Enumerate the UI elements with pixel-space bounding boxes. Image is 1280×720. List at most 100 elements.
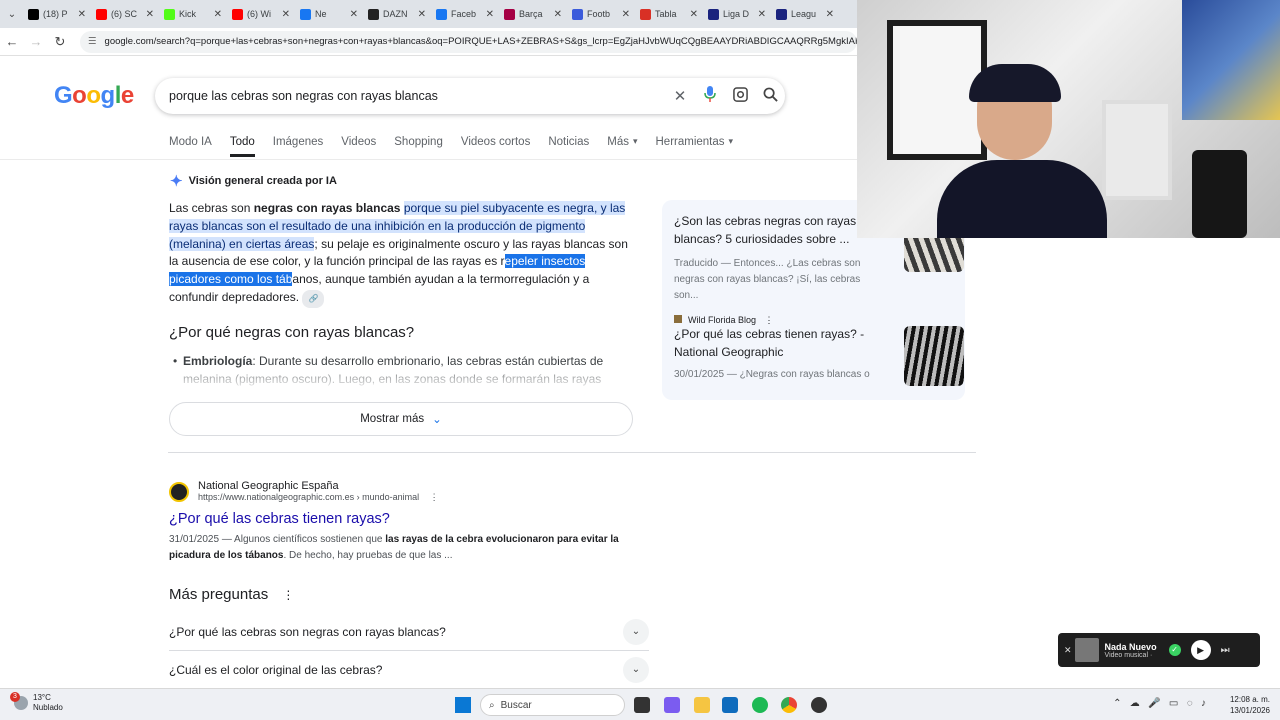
tab-title: (6) Wi [247, 9, 271, 19]
filter-tab[interactable]: Herramientas [656, 136, 725, 157]
close-icon[interactable]: ✕ [554, 9, 562, 20]
file-explorer-icon[interactable] [694, 697, 710, 713]
result-title[interactable]: ¿Por qué las cebras tienen rayas? [169, 511, 390, 527]
webcam-overlay [857, 0, 1280, 238]
clock-time: 12:08 a. m. [1229, 695, 1270, 704]
youtube-icon [232, 8, 243, 20]
back-icon[interactable]: ← [0, 34, 24, 49]
source-snippet: 30/01/2025 — ¿Negras con rayas blancas o [674, 369, 870, 380]
close-icon[interactable]: ✕ [350, 9, 358, 20]
forward-icon[interactable]: → [24, 34, 48, 49]
search-input[interactable]: porque las cebras son negras con rayas b… [169, 89, 665, 103]
task-view-icon[interactable] [634, 697, 650, 713]
clock[interactable]: 12:08 a. m. 13/01/2026 [1230, 694, 1270, 716]
browser-tab[interactable]: Barça ✕ [500, 0, 568, 28]
tab-title: Liga D [723, 9, 750, 19]
app-icon[interactable] [811, 697, 827, 713]
app-icon[interactable] [664, 697, 680, 713]
source-title[interactable]: ¿Son las cebras negras con rayas blancas… [674, 212, 864, 248]
filter-tab[interactable]: Más [607, 136, 629, 157]
browser-tab[interactable]: Tabla ✕ [636, 0, 704, 28]
filter-tab[interactable]: Shopping [394, 136, 443, 157]
google-logo[interactable]: Google [54, 82, 134, 110]
filter-tab[interactable]: Todo [229, 136, 255, 157]
chevron-down-icon[interactable]: ⌄ [623, 656, 649, 683]
ai-overview-paragraph: Las cebras son negras con rayas blancas … [169, 200, 634, 308]
search-icon[interactable] [755, 87, 785, 106]
close-icon[interactable]: ✕ [622, 9, 630, 20]
media-player[interactable]: ✕ Nada Nuevo Video musical · ✓ ▶ ⏭ [1058, 633, 1260, 667]
spotify-icon[interactable] [752, 697, 768, 713]
lens-icon[interactable] [725, 86, 755, 106]
source-card[interactable]: ¿Por qué las cebras tienen rayas? - Nati… [674, 325, 879, 383]
zebra-thumbnail[interactable] [904, 326, 964, 386]
question-row[interactable]: ¿Cuál es el color original de las cebras… [169, 651, 649, 689]
player-title: Nada Nuevo [1104, 641, 1157, 652]
filter-tab[interactable]: Videos [341, 136, 376, 157]
check-icon: ✓ [1168, 644, 1181, 656]
reload-icon[interactable]: ↻ [48, 34, 72, 50]
more-options-icon[interactable]: ⋮ [765, 315, 774, 325]
browser-tab[interactable]: (6) Wi ✕ [228, 0, 296, 28]
question-row[interactable]: ¿Por qué las cebras son negras con rayas… [169, 613, 649, 651]
link-icon[interactable]: 🔗 [302, 289, 325, 308]
browser-tab[interactable]: Leagu ✕ [772, 0, 840, 28]
result-source[interactable]: National Geographic España https://www.n… [169, 480, 439, 503]
store-icon[interactable] [722, 697, 738, 713]
chrome-icon[interactable] [781, 697, 797, 713]
browser-tab[interactable]: Footb ✕ [568, 0, 636, 28]
chevron-down-icon[interactable]: ⌄ [623, 618, 649, 645]
filter-tab[interactable]: Modo IA [169, 136, 212, 157]
ai-overview-header: ✦ Visión general creada por IA [170, 172, 337, 190]
close-icon[interactable]: ✕ [78, 9, 86, 20]
question-text: ¿Cuál es el color original de las cebras… [169, 662, 383, 677]
show-more-button[interactable]: Mostrar más ⌄ [169, 402, 633, 436]
clear-icon[interactable]: ✕ [665, 87, 695, 105]
browser-tab[interactable]: Kick ✕ [160, 0, 228, 28]
browser-tab[interactable]: (18) P ✕ [24, 0, 92, 28]
system-tray[interactable]: ⌃ ☁ 🎤 ▭ ◌ ♪ [1113, 698, 1206, 709]
next-icon[interactable]: ⏭ [1221, 645, 1230, 656]
album-art [1074, 638, 1099, 662]
close-icon[interactable]: ✕ [1064, 645, 1072, 656]
browser-tab[interactable]: DAZN ✕ [364, 0, 432, 28]
browser-tab[interactable]: Faceb ✕ [432, 0, 500, 28]
filter-tab[interactable]: Noticias [548, 136, 589, 157]
ai-text-part: Las cebras son [169, 201, 254, 215]
cloud-icon: 3 [10, 692, 28, 710]
natgeo-logo-icon [169, 481, 189, 502]
weather-temp: 13°C [33, 693, 51, 702]
close-icon[interactable]: ✕ [418, 9, 426, 20]
browser-tab[interactable]: Liga D ✕ [704, 0, 772, 28]
close-icon[interactable]: ✕ [826, 9, 834, 20]
filter-tab[interactable]: Videos cortos [461, 136, 530, 157]
more-options-icon[interactable]: ⋮ [282, 588, 294, 602]
source-title[interactable]: ¿Por qué las cebras tienen rayas? - Nati… [674, 325, 879, 361]
browser-tab[interactable]: Ne ✕ [296, 0, 364, 28]
close-icon[interactable]: ✕ [690, 9, 698, 20]
result-snippet: 31/01/2025 — Algunos científicos sostien… [169, 532, 639, 564]
close-icon[interactable]: ✕ [758, 9, 766, 20]
url-field[interactable]: ☰ google.com/search?q=porque+las+cebras+… [80, 30, 857, 53]
close-icon[interactable]: ✕ [214, 9, 222, 20]
play-icon[interactable]: ▶ [1190, 640, 1211, 660]
filter-tab[interactable]: Imágenes [273, 136, 324, 157]
site-info-icon[interactable]: ☰ [88, 36, 97, 47]
taskbar-search[interactable]: ⌕ Buscar [480, 694, 625, 716]
close-icon[interactable]: ✕ [486, 9, 494, 20]
windows-start-icon[interactable] [455, 697, 471, 713]
tab-title: Ne [315, 9, 327, 19]
more-questions-title: Más preguntas [169, 586, 269, 603]
browser-tab[interactable]: (6) SC ✕ [92, 0, 160, 28]
tab-title: Faceb [451, 9, 477, 19]
source-card[interactable]: ¿Son las cebras negras con rayas blancas… [674, 212, 864, 328]
person-body [937, 160, 1107, 238]
search-box[interactable]: porque las cebras son negras con rayas b… [155, 78, 785, 114]
more-options-icon[interactable]: ⋮ [430, 492, 439, 502]
microphone-icon[interactable] [695, 86, 725, 106]
tab-search-icon[interactable]: ⌄ [0, 9, 24, 20]
barca-icon [504, 8, 515, 20]
close-icon[interactable]: ✕ [146, 9, 154, 20]
weather-widget[interactable]: 3 13°C Nublado [10, 692, 63, 713]
close-icon[interactable]: ✕ [282, 9, 290, 20]
